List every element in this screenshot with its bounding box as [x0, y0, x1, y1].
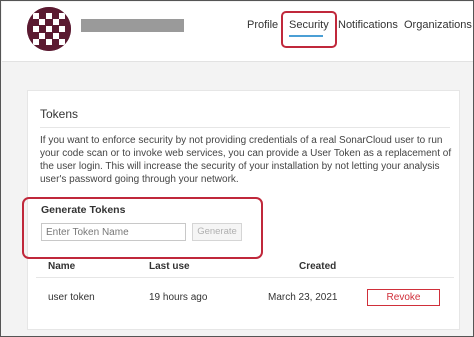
tab-organizations[interactable]: Organizations [404, 19, 472, 31]
account-nav: Profile Security Notifications Organizat… [2, 19, 473, 39]
tab-notifications[interactable]: Notifications [338, 19, 398, 31]
column-header-created: Created [299, 261, 337, 272]
token-created-cell: March 23, 2021 [268, 292, 338, 303]
token-name-cell: user token [48, 292, 95, 303]
token-last-use-cell: 19 hours ago [149, 292, 208, 303]
security-tab-highlight [281, 11, 337, 48]
column-header-last-use: Last use [149, 261, 190, 272]
tokens-description: If you want to enforce security by not p… [40, 135, 452, 185]
revoke-button[interactable]: Revoke [367, 289, 440, 306]
table-header-divider [36, 277, 454, 278]
generate-tokens-highlight [22, 197, 263, 259]
screenshot-frame: Profile Security Notifications Organizat… [0, 0, 474, 337]
tab-profile[interactable]: Profile [247, 19, 278, 31]
column-header-name: Name [48, 261, 76, 272]
tokens-title: Tokens [40, 107, 79, 121]
divider [40, 127, 450, 128]
top-header: Profile Security Notifications Organizat… [2, 2, 473, 62]
